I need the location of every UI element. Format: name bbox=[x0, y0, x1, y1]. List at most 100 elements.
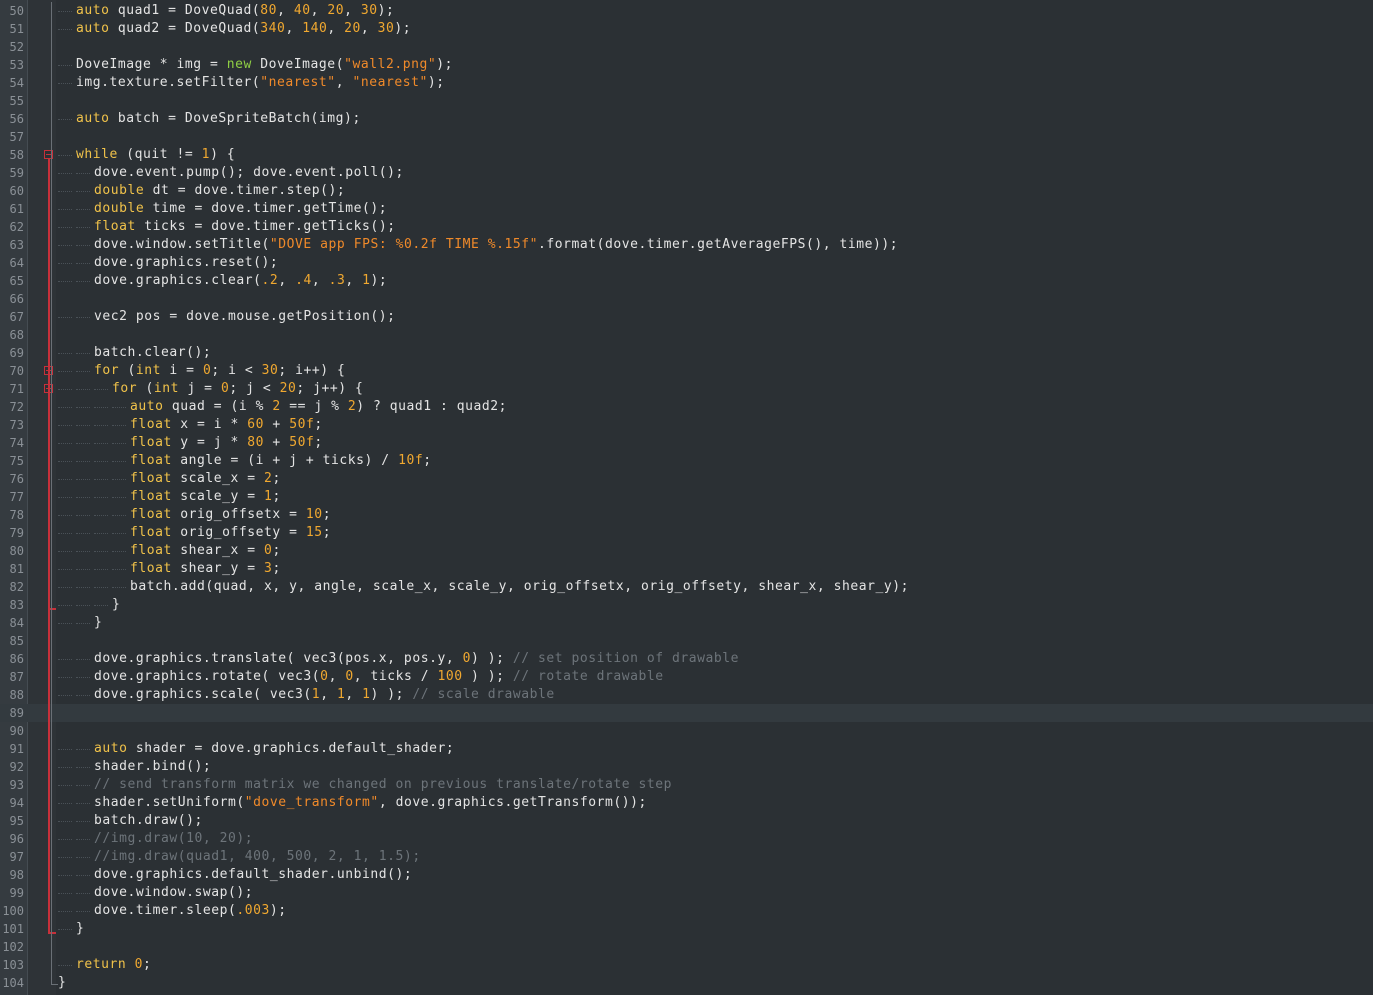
code-text: float scale_y = 1; bbox=[130, 488, 281, 506]
code-text: dove.window.swap(); bbox=[94, 884, 253, 902]
code-token: ); bbox=[427, 75, 445, 90]
code-line[interactable]: 69 batch.clear(); bbox=[0, 344, 1373, 362]
line-number: 80 bbox=[9, 544, 24, 558]
code-line[interactable]: 54 img.texture.setFilter("nearest", "near… bbox=[0, 74, 1373, 92]
code-line[interactable]: 71 for (int j = 0; j < 20; j++) { bbox=[0, 380, 1373, 398]
code-token: float bbox=[130, 507, 172, 522]
code-text: float orig_offsetx = 10; bbox=[130, 506, 331, 524]
code-line[interactable]: 99 dove.window.swap(); bbox=[0, 884, 1373, 902]
indent-guide bbox=[112, 551, 126, 552]
code-line[interactable]: 67 vec2 pos = dove.mouse.getPosition(); bbox=[0, 308, 1373, 326]
line-number: 53 bbox=[9, 58, 24, 72]
code-line[interactable]: 55 bbox=[0, 92, 1373, 110]
code-line[interactable]: 57 bbox=[0, 128, 1373, 146]
line-number: 58 bbox=[9, 148, 24, 162]
code-token: 0 bbox=[345, 669, 354, 684]
code-token: dt = dove.timer.step(); bbox=[144, 183, 346, 198]
code-line[interactable]: 60 double dt = dove.timer.step(); bbox=[0, 182, 1373, 200]
indent-guide bbox=[58, 623, 72, 624]
code-token: ; i++) { bbox=[278, 363, 346, 378]
code-line[interactable]: 74 float y = j * 80 + 50f; bbox=[0, 434, 1373, 452]
code-line[interactable]: 83} bbox=[0, 596, 1373, 614]
code-line[interactable]: 63 dove.window.setTitle("DOVE app FPS: %0… bbox=[0, 236, 1373, 254]
code-token: dove.window.swap(); bbox=[94, 885, 254, 900]
code-line[interactable]: 81 float shear_y = 3; bbox=[0, 560, 1373, 578]
line-number: 56 bbox=[9, 112, 24, 126]
code-lines[interactable]: 50 auto quad1 = DoveQuad(80, 40, 20, 30);… bbox=[0, 2, 1373, 992]
indent-guide bbox=[58, 155, 72, 156]
indent-guide bbox=[58, 875, 72, 876]
code-line[interactable]: 61 double time = dove.timer.getTime(); bbox=[0, 200, 1373, 218]
code-text: auto quad1 = DoveQuad(80, 40, 20, 30); bbox=[76, 2, 394, 20]
code-line[interactable]: 51 auto quad2 = DoveQuad(340, 140, 20, 30… bbox=[0, 20, 1373, 38]
code-text: batch.add(quad, x, y, angle, scale_x, sc… bbox=[130, 578, 909, 596]
code-line[interactable]: 97 //img.draw(quad1, 400, 500, 2, 1, 1.5)… bbox=[0, 848, 1373, 866]
indent-guide bbox=[58, 263, 72, 264]
code-text: auto quad = (i % 2 == j % 2) ? quad1 : q… bbox=[130, 398, 507, 416]
code-line[interactable]: 95 batch.draw(); bbox=[0, 812, 1373, 830]
code-token: ; bbox=[322, 507, 332, 522]
code-editor[interactable]: 50 auto quad1 = DoveQuad(80, 40, 20, 30);… bbox=[0, 0, 1373, 995]
code-line[interactable]: 91 auto shader = dove.graphics.default_sh… bbox=[0, 740, 1373, 758]
code-token: quad = (i % bbox=[163, 399, 273, 414]
code-token: .format(dove.timer.getAverageFPS(), time… bbox=[537, 237, 899, 252]
indent-guide bbox=[58, 803, 72, 804]
code-text: double time = dove.timer.getTime(); bbox=[94, 200, 387, 218]
indent-guide bbox=[58, 497, 72, 498]
code-line[interactable]: 50 auto quad1 = DoveQuad(80, 40, 20, 30); bbox=[0, 2, 1373, 20]
code-line[interactable]: 103 return 0; bbox=[0, 956, 1373, 974]
code-line[interactable]: 64 dove.graphics.reset(); bbox=[0, 254, 1373, 272]
code-line[interactable]: 79 float orig_offsety = 15; bbox=[0, 524, 1373, 542]
code-line[interactable]: 78 float orig_offsetx = 10; bbox=[0, 506, 1373, 524]
code-line[interactable]: 87 dove.graphics.rotate( vec3(0, 0, ticks… bbox=[0, 668, 1373, 686]
code-line[interactable]: 80 float shear_x = 0; bbox=[0, 542, 1373, 560]
code-line[interactable]: 101} bbox=[0, 920, 1373, 938]
indent-guide bbox=[76, 695, 90, 696]
code-line[interactable]: 62 float ticks = dove.timer.getTicks(); bbox=[0, 218, 1373, 236]
code-line[interactable]: 104} bbox=[0, 974, 1373, 992]
code-text: float shear_x = 0; bbox=[130, 542, 281, 560]
code-token: //img.draw(10, 20); bbox=[94, 831, 254, 846]
code-line[interactable]: 70 for (int i = 0; i < 30; i++) { bbox=[0, 362, 1373, 380]
code-token: double bbox=[94, 183, 145, 198]
code-line[interactable]: 98 dove.graphics.default_shader.unbind(); bbox=[0, 866, 1373, 884]
code-line[interactable]: 65 dove.graphics.clear(.2, .4, .3, 1); bbox=[0, 272, 1373, 290]
code-line[interactable]: 93 // send transform matrix we changed on… bbox=[0, 776, 1373, 794]
code-token: } bbox=[76, 921, 85, 936]
code-token: auto bbox=[76, 111, 110, 126]
code-line[interactable]: 86 dove.graphics.translate( vec3(pos.x, p… bbox=[0, 650, 1373, 668]
code-line[interactable]: 59 dove.event.pump(); dove.event.poll(); bbox=[0, 164, 1373, 182]
code-line[interactable]: 75 float angle = (i + j + ticks) / 10f; bbox=[0, 452, 1373, 470]
indent-guide bbox=[58, 569, 72, 570]
fold-region-while-end bbox=[48, 932, 56, 934]
code-line[interactable]: 94 shader.setUniform("dove_transform", do… bbox=[0, 794, 1373, 812]
code-token: 80 bbox=[247, 435, 265, 450]
code-line[interactable]: 90 bbox=[0, 722, 1373, 740]
code-line[interactable]: 68 bbox=[0, 326, 1373, 344]
code-token: shader.setUniform( bbox=[94, 795, 245, 810]
code-line[interactable]: 89 bbox=[0, 704, 1373, 722]
code-line[interactable]: 77 float scale_y = 1; bbox=[0, 488, 1373, 506]
code-line[interactable]: 53 DoveImage * img = new DoveImage("wall2… bbox=[0, 56, 1373, 74]
indent-guide bbox=[58, 353, 72, 354]
code-text: dove.event.pump(); dove.event.poll(); bbox=[94, 164, 404, 182]
code-line[interactable]: 52 bbox=[0, 38, 1373, 56]
code-line[interactable]: 84} bbox=[0, 614, 1373, 632]
code-line[interactable]: 72 auto quad = (i % 2 == j % 2) ? quad1 :… bbox=[0, 398, 1373, 416]
code-line[interactable]: 88 dove.graphics.scale( vec3(1, 1, 1) ); … bbox=[0, 686, 1373, 704]
code-line[interactable]: 100 dove.timer.sleep(.003); bbox=[0, 902, 1373, 920]
code-line[interactable]: 85 bbox=[0, 632, 1373, 650]
code-line[interactable]: 66 bbox=[0, 290, 1373, 308]
code-line[interactable]: 82 batch.add(quad, x, y, angle, scale_x, … bbox=[0, 578, 1373, 596]
code-token: int bbox=[135, 363, 162, 378]
code-line[interactable]: 102 bbox=[0, 938, 1373, 956]
code-line[interactable]: 92 shader.bind(); bbox=[0, 758, 1373, 776]
code-line[interactable]: 96 //img.draw(10, 20); bbox=[0, 830, 1373, 848]
code-token: ; bbox=[314, 417, 323, 432]
code-token: ) ); bbox=[462, 669, 513, 684]
code-token: j = bbox=[179, 381, 221, 396]
code-line[interactable]: 58 while (quit != 1) { bbox=[0, 146, 1373, 164]
code-line[interactable]: 56 auto batch = DoveSpriteBatch(img); bbox=[0, 110, 1373, 128]
code-line[interactable]: 73 float x = i * 60 + 50f; bbox=[0, 416, 1373, 434]
code-line[interactable]: 76 float scale_x = 2; bbox=[0, 470, 1373, 488]
